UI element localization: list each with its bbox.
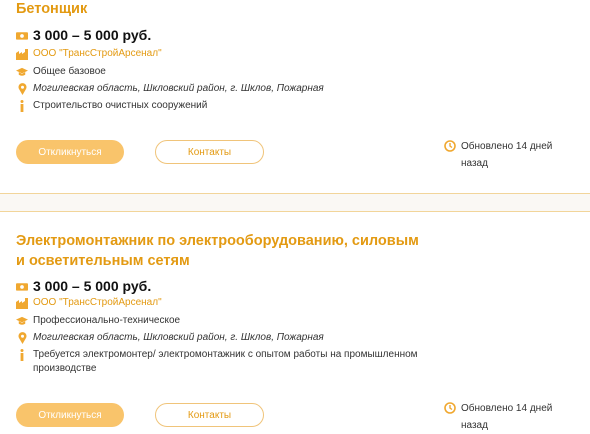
card-gap (0, 194, 590, 211)
education-row: Общее базовое (16, 65, 106, 79)
salary-row: 3 000 – 5 000 руб. (16, 278, 151, 294)
education-row: Профессионально-техническое (16, 314, 180, 328)
location-icon (16, 332, 28, 344)
updated-text: Обновлено 14 дней назад (461, 141, 553, 169)
money-icon (16, 280, 28, 292)
divider (0, 211, 590, 212)
education-icon (16, 66, 28, 78)
contacts-button[interactable]: Контакты (155, 403, 264, 427)
updated-text: Обновлено 14 дней назад (461, 403, 553, 431)
vacancy-title[interactable]: Бетонщик (16, 0, 426, 19)
info-icon (16, 100, 28, 112)
education: Общее базовое (33, 66, 106, 77)
company-row: ООО "ТрансСтройАрсенал" (16, 296, 162, 310)
education: Профессионально-техническое (33, 315, 181, 326)
money-icon (16, 29, 28, 41)
updated-info: Обновлено 14 дней назад (444, 138, 571, 172)
location: Могилевская область, Шкловский район, г.… (33, 332, 324, 343)
description: Строительство очистных сооружений (33, 100, 208, 111)
updated-info: Обновлено 14 дней назад (444, 400, 571, 434)
salary-row: 3 000 – 5 000 руб. (16, 27, 151, 43)
company-link[interactable]: ООО "ТрансСтройАрсенал" (33, 47, 162, 61)
company-icon (16, 48, 28, 60)
company-row: ООО "ТрансСтройАрсенал" (16, 47, 162, 61)
vacancy-title[interactable]: Электромонтажник по электрооборудованию,… (16, 231, 426, 271)
company-link[interactable]: ООО "ТрансСтройАрсенал" (33, 296, 162, 310)
description: Требуется электромонтер/ электромонтажни… (33, 349, 418, 374)
education-icon (16, 315, 28, 327)
location-row: Могилевская область, Шкловский район, г.… (16, 82, 324, 96)
apply-button[interactable]: Откликнуться (16, 140, 124, 164)
apply-button[interactable]: Откликнуться (16, 403, 124, 427)
vacancy-card: Бетонщик 3 000 – 5 000 руб. ООО "ТрансСт… (0, 0, 590, 196)
description-row: Требуется электромонтер/ электромонтажни… (16, 348, 436, 376)
clock-icon (444, 402, 456, 414)
vacancy-card: Электромонтажник по электрооборудованию,… (0, 225, 590, 434)
company-icon (16, 297, 28, 309)
clock-icon (444, 140, 456, 152)
location: Могилевская область, Шкловский район, г.… (33, 83, 324, 94)
location-icon (16, 83, 28, 95)
contacts-button[interactable]: Контакты (155, 140, 264, 164)
location-row: Могилевская область, Шкловский район, г.… (16, 331, 324, 345)
salary: 3 000 – 5 000 руб. (33, 27, 152, 43)
info-icon (16, 349, 28, 361)
salary: 3 000 – 5 000 руб. (33, 278, 152, 294)
description-row: Строительство очистных сооружений (16, 99, 207, 113)
